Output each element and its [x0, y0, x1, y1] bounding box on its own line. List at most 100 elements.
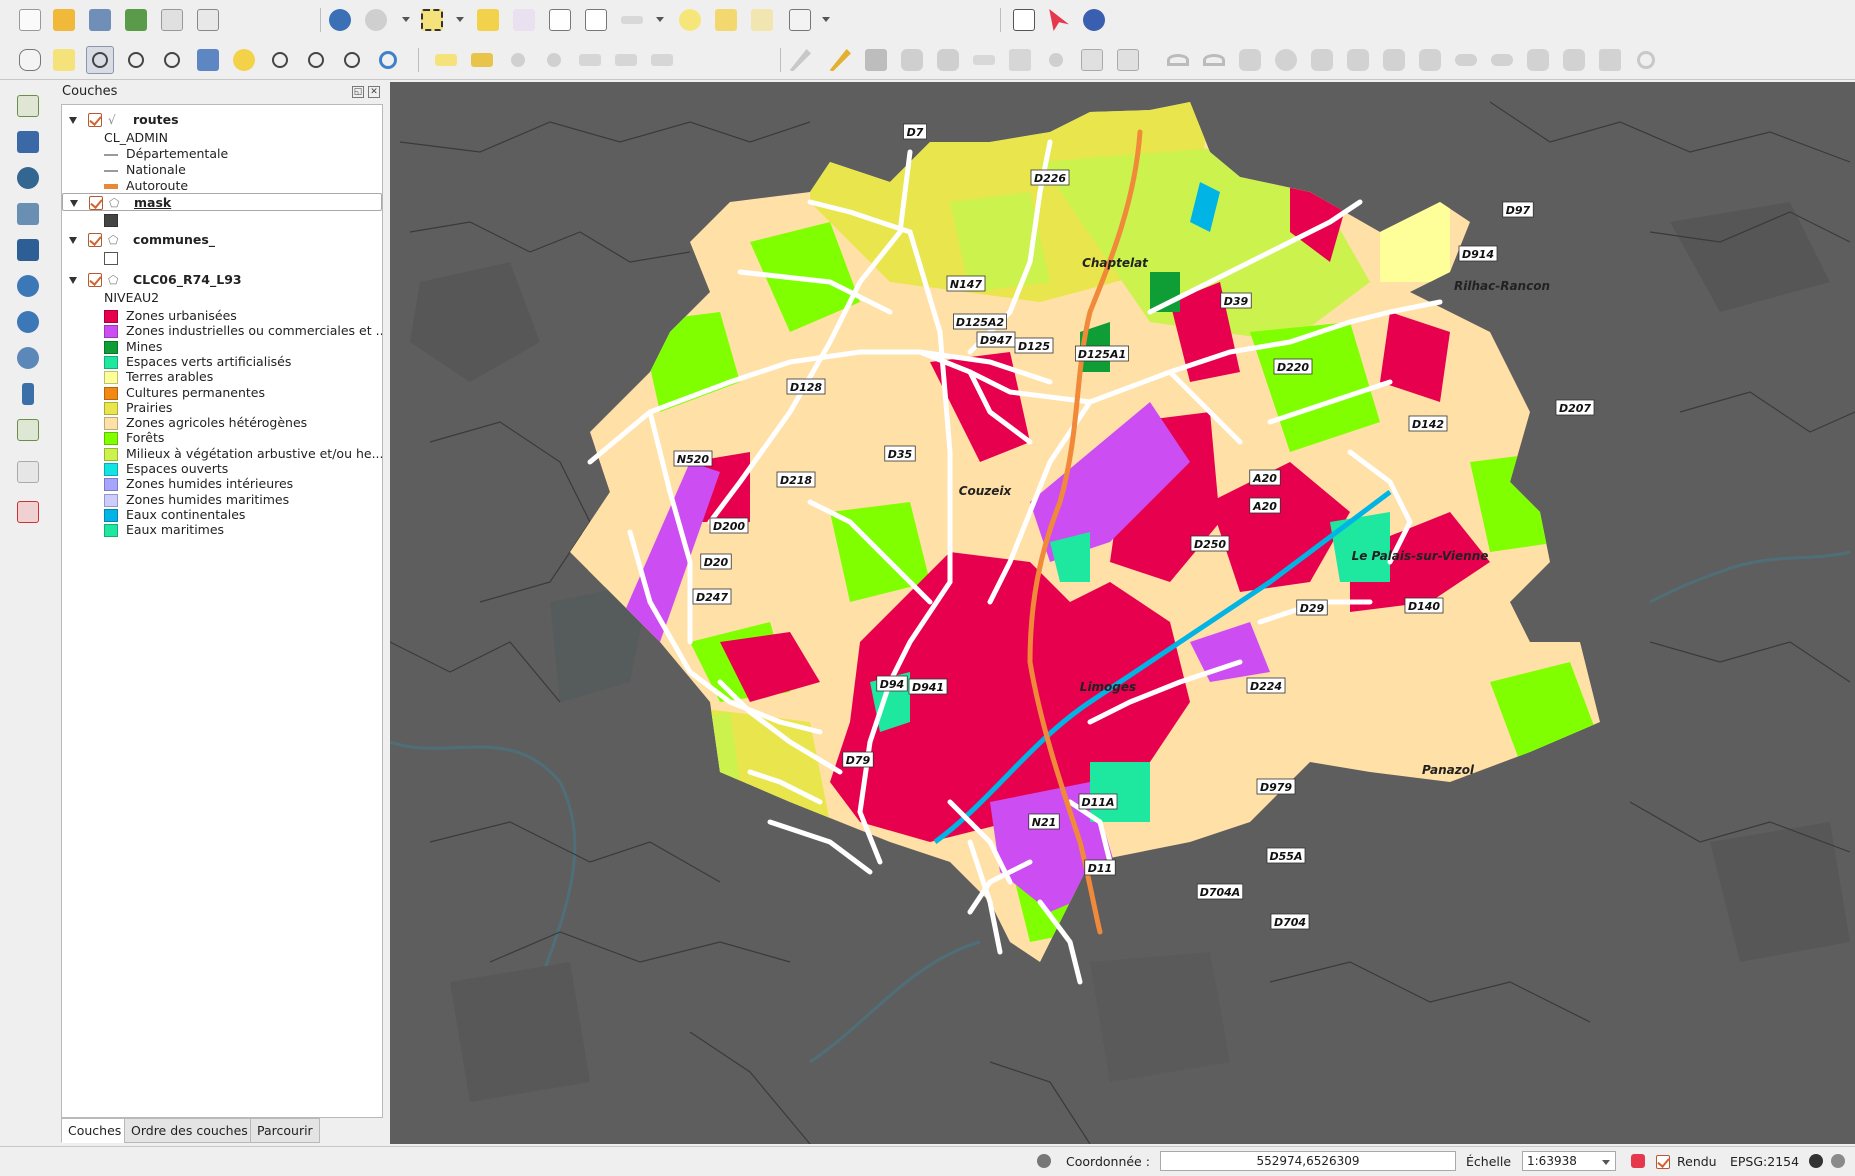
- python-console-icon[interactable]: [1080, 6, 1108, 34]
- undo-icon[interactable]: [1164, 46, 1192, 74]
- merge-features-icon[interactable]: [1596, 46, 1624, 74]
- pointer-tool-icon[interactable]: [1044, 6, 1072, 34]
- move-feature-icon[interactable]: [934, 46, 962, 74]
- label-options-icon[interactable]: [468, 46, 496, 74]
- redo-icon[interactable]: [1200, 46, 1228, 74]
- change-label-icon[interactable]: [648, 46, 676, 74]
- select-features-icon[interactable]: [418, 6, 446, 34]
- add-wms-layer-icon[interactable]: [14, 272, 42, 300]
- legend-item[interactable]: [62, 249, 382, 267]
- node-tool-icon[interactable]: [970, 46, 998, 74]
- layer-visibility-checkbox[interactable]: [89, 196, 103, 210]
- crs-globe-icon[interactable]: [1806, 1147, 1826, 1175]
- deselect-icon[interactable]: [474, 6, 502, 34]
- gps-icon[interactable]: [1010, 6, 1038, 34]
- layer-visibility-checkbox[interactable]: [88, 113, 102, 127]
- delete-part-icon[interactable]: [1416, 46, 1444, 74]
- cut-features-icon[interactable]: [1042, 46, 1070, 74]
- map-tips-icon[interactable]: [676, 6, 704, 34]
- zoom-layer-icon[interactable]: [266, 46, 294, 74]
- layer-visibility-checkbox[interactable]: [88, 273, 102, 287]
- add-wfs-layer-icon[interactable]: [14, 344, 42, 372]
- new-bookmark-icon[interactable]: [712, 6, 740, 34]
- simplify-icon[interactable]: [1236, 46, 1264, 74]
- coordinate-field[interactable]: 552974,6526309: [1160, 1151, 1456, 1171]
- identify-icon[interactable]: [326, 6, 354, 34]
- split-parts-icon[interactable]: [1560, 46, 1588, 74]
- new-shapefile-icon[interactable]: [14, 416, 42, 444]
- layer-row-routes[interactable]: √ routes: [62, 111, 382, 129]
- add-ring-icon[interactable]: [1272, 46, 1300, 74]
- rotate-label-icon[interactable]: [612, 46, 640, 74]
- crs-label[interactable]: EPSG:2154: [1730, 1154, 1799, 1169]
- rotate-point-icon[interactable]: [1632, 46, 1660, 74]
- zoom-next-icon[interactable]: [338, 46, 366, 74]
- layer-tree[interactable]: √ routes CL_ADMIN Départementale Nationa…: [61, 104, 383, 1118]
- tab-ordre-des-couches[interactable]: Ordre des couches: [124, 1118, 255, 1143]
- layer-row-clc[interactable]: ⬠ CLC06_R74_L93: [62, 271, 382, 289]
- query-icon[interactable]: [362, 6, 390, 34]
- save-as-icon[interactable]: [122, 6, 150, 34]
- show-bookmarks-icon[interactable]: [748, 6, 776, 34]
- reshape-icon[interactable]: [1452, 46, 1480, 74]
- float-panel-button[interactable]: ◱: [352, 86, 364, 98]
- statistics-icon[interactable]: [582, 6, 610, 34]
- text-annotation-icon[interactable]: [786, 6, 814, 34]
- add-mssql-layer-icon[interactable]: [14, 236, 42, 264]
- save-project-icon[interactable]: [86, 6, 114, 34]
- tab-couches[interactable]: Couches: [61, 1118, 129, 1143]
- pan-icon[interactable]: [16, 46, 44, 74]
- show-hide-labels-icon[interactable]: [540, 46, 568, 74]
- layer-visibility-checkbox[interactable]: [88, 233, 102, 247]
- delete-ring-icon[interactable]: [1380, 46, 1408, 74]
- add-vector-layer-icon[interactable]: [14, 92, 42, 120]
- rotation-icon[interactable]: [1624, 1147, 1652, 1175]
- pin-labels-icon[interactable]: [504, 46, 532, 74]
- add-feature-icon[interactable]: [898, 46, 926, 74]
- digitizing-icon[interactable]: [786, 46, 814, 74]
- zoom-selection-icon[interactable]: [230, 46, 258, 74]
- add-postgis-layer-icon[interactable]: [14, 164, 42, 192]
- map-canvas[interactable]: D7 D226 D97 D914 Rilhac-Rancon D39 N147 D125A2 D…: [390, 82, 1855, 1144]
- fill-ring-icon[interactable]: [1344, 46, 1372, 74]
- measure-icon[interactable]: [618, 6, 646, 34]
- messages-icon[interactable]: [1034, 1147, 1054, 1175]
- zoom-in-icon[interactable]: [86, 46, 114, 74]
- toggle-editing-icon[interactable]: [826, 46, 854, 74]
- collapse-icon[interactable]: [70, 200, 78, 207]
- zoom-last-icon[interactable]: [302, 46, 330, 74]
- save-edits-icon[interactable]: [862, 46, 890, 74]
- log-messages-icon[interactable]: [1828, 1147, 1848, 1175]
- move-label-icon[interactable]: [576, 46, 604, 74]
- add-raster-layer-icon[interactable]: [14, 128, 42, 156]
- layer-row-communes[interactable]: ⬠ communes_: [62, 231, 382, 249]
- collapse-icon[interactable]: [69, 117, 77, 124]
- field-calculator-icon[interactable]: [510, 6, 538, 34]
- paste-features-icon[interactable]: [1114, 46, 1142, 74]
- zoom-native-icon[interactable]: [158, 46, 186, 74]
- copy-features-icon[interactable]: [1078, 46, 1106, 74]
- new-project-icon[interactable]: [16, 6, 44, 34]
- remove-layer-icon[interactable]: [14, 458, 42, 486]
- offset-curve-icon[interactable]: [1488, 46, 1516, 74]
- layer-row-mask[interactable]: ⬠ mask: [62, 193, 382, 211]
- layout-manager-icon[interactable]: [194, 6, 222, 34]
- zoom-full-icon[interactable]: [194, 46, 222, 74]
- legend-item[interactable]: [62, 211, 382, 229]
- close-panel-button[interactable]: ✕: [368, 86, 380, 98]
- tab-parcourir[interactable]: Parcourir: [250, 1118, 320, 1143]
- add-oracle-layer-icon[interactable]: [14, 498, 42, 526]
- collapse-icon[interactable]: [69, 277, 77, 284]
- split-features-icon[interactable]: [1524, 46, 1552, 74]
- collapse-icon[interactable]: [69, 237, 77, 244]
- add-spatialite-layer-icon[interactable]: [14, 200, 42, 228]
- label-tool-icon[interactable]: [432, 46, 460, 74]
- zoom-out-icon[interactable]: [122, 46, 150, 74]
- attribute-table-icon[interactable]: [546, 6, 574, 34]
- add-part-icon[interactable]: [1308, 46, 1336, 74]
- add-delimited-text-icon[interactable]: [14, 380, 42, 408]
- refresh-icon[interactable]: [374, 46, 402, 74]
- render-checkbox[interactable]: [1656, 1155, 1670, 1169]
- new-print-layout-icon[interactable]: [158, 6, 186, 34]
- delete-selected-icon[interactable]: [1006, 46, 1034, 74]
